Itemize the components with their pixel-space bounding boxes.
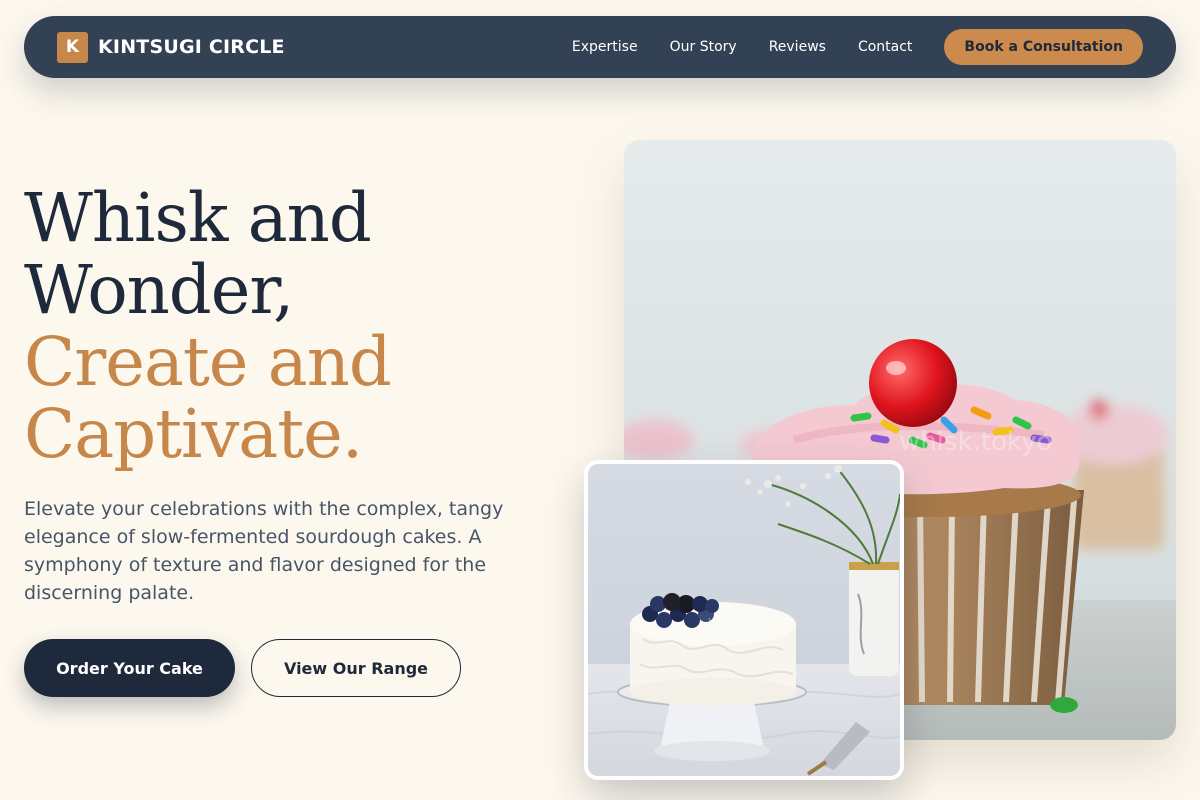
nav-link-expertise[interactable]: Expertise — [572, 39, 638, 55]
hero-title-line: Whisk and — [24, 179, 372, 257]
hero-title-line: Wonder, — [24, 251, 294, 329]
hero-description: Elevate your celebrations with the compl… — [24, 498, 504, 604]
white-cake-illustration: whisk.tokyo — [588, 464, 900, 776]
photo-watermark: whisk.tokyo — [899, 427, 1052, 457]
hero-title: Whisk and Wonder, Create and Captivate. — [24, 182, 584, 470]
nav-link-contact[interactable]: Contact — [858, 39, 912, 55]
book-consultation-button[interactable]: Book a Consultation — [944, 29, 1143, 65]
landing-page: K KINTSUGI CIRCLE Expertise Our Story Re… — [0, 0, 1200, 800]
nav-link-our-story[interactable]: Our Story — [670, 39, 737, 55]
brand-name: KINTSUGI CIRCLE — [98, 36, 285, 58]
hero-title-accent-line: Create and — [24, 323, 392, 401]
view-range-button[interactable]: View Our Range — [251, 639, 461, 697]
nav-link-reviews[interactable]: Reviews — [769, 39, 826, 55]
order-cake-button[interactable]: Order Your Cake — [24, 639, 235, 697]
hero-title-accent-line: Captivate. — [24, 395, 363, 473]
logo-mark-icon: K — [57, 31, 88, 63]
nav-links: Expertise Our Story Reviews Contact Book… — [572, 29, 1143, 65]
photo-watermark: whisk.tokyo — [708, 614, 791, 630]
sourdough-cake-photo: whisk.tokyo — [584, 460, 904, 780]
logo[interactable]: K KINTSUGI CIRCLE — [57, 31, 285, 63]
top-navbar: K KINTSUGI CIRCLE Expertise Our Story Re… — [24, 16, 1176, 78]
